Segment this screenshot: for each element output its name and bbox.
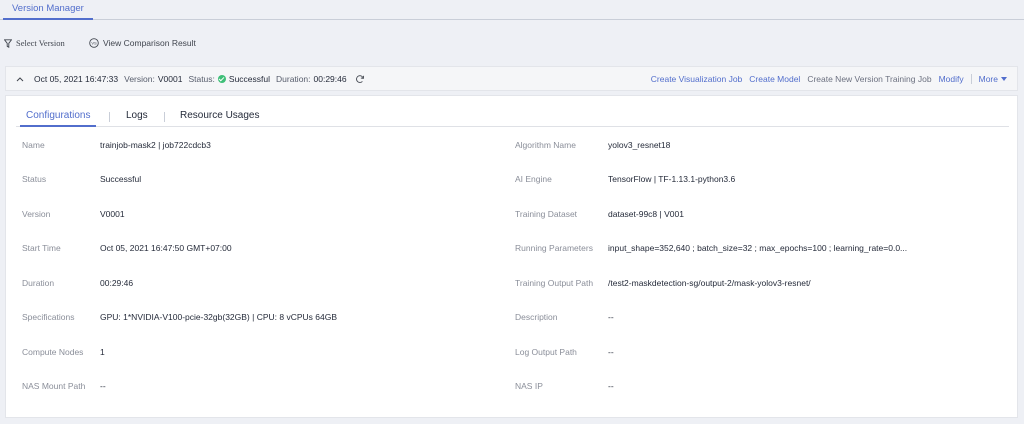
detail-value: 1 xyxy=(100,347,105,357)
detail-label: Running Parameters xyxy=(515,243,593,253)
detail-value: V0001 xyxy=(100,209,125,219)
version-value: V0001 xyxy=(157,73,183,84)
detail-value: -- xyxy=(608,381,614,391)
svg-text:VS: VS xyxy=(91,41,97,46)
view-comparison-label: View Comparison Result xyxy=(103,38,196,48)
toolbar: Select Version VS View Comparison Result xyxy=(0,33,400,53)
detail-value: Oct 05, 2021 16:47:50 GMT+07:00 xyxy=(100,243,232,253)
success-check-icon xyxy=(217,74,226,83)
detail-label: Start Time xyxy=(22,243,61,253)
more-dropdown[interactable]: More xyxy=(979,74,1007,84)
create-model-link[interactable]: Create Model xyxy=(749,74,800,84)
detail-label: Algorithm Name xyxy=(515,140,576,150)
detail-label: Description xyxy=(515,312,558,322)
refresh-icon[interactable] xyxy=(355,74,365,84)
detail-label: Status xyxy=(22,174,47,184)
select-version-label: Select Version xyxy=(16,38,65,48)
action-divider xyxy=(970,73,972,84)
tab-version-manager[interactable]: Version Manager xyxy=(3,0,93,20)
filter-icon xyxy=(4,38,12,48)
detail-value: dataset-99c8 | V001 xyxy=(608,209,684,219)
detail-value: -- xyxy=(100,381,106,391)
detail-label: Log Output Path xyxy=(515,347,577,357)
detail-label: Version xyxy=(22,209,51,219)
version-actions: Create Visualization Job Create Model Cr… xyxy=(644,67,1007,90)
detail-value: 00:29:46 xyxy=(100,278,134,288)
detail-value: TensorFlow | TF-1.13.1-python3.6 xyxy=(608,174,736,184)
status-badge: Successful xyxy=(217,73,271,84)
modify-link[interactable]: Modify xyxy=(939,74,964,84)
detail-label: Specifications xyxy=(22,312,75,322)
status-value: Successful xyxy=(228,73,271,84)
duration-label: Duration: xyxy=(276,73,311,84)
tab-resource-usages[interactable]: Resource Usages xyxy=(180,106,259,127)
detail-value: input_shape=352,640 ; batch_size=32 ; ma… xyxy=(608,243,908,253)
view-comparison-button[interactable]: VS View Comparison Result xyxy=(89,33,196,53)
caret-down-icon xyxy=(1001,77,1007,82)
version-timestamp: Oct 05, 2021 16:47:33 xyxy=(34,73,119,84)
status-label: Status: xyxy=(188,73,215,84)
detail-label: AI Engine xyxy=(515,174,552,184)
detail-label: Name xyxy=(22,140,45,150)
detail-value: -- xyxy=(608,347,614,357)
compare-icon: VS xyxy=(89,38,99,48)
detail-label: NAS Mount Path xyxy=(22,381,86,391)
create-visualization-job-link[interactable]: Create Visualization Job xyxy=(651,74,743,84)
detail-label: Compute Nodes xyxy=(22,347,84,357)
tab-divider xyxy=(164,112,165,122)
detail-value: GPU: 1*NVIDIA-V100-pcie-32gb(32GB) | CPU… xyxy=(100,312,337,322)
detail-value: trainjob-mask2 | job722cdcb3 xyxy=(100,140,211,150)
version-label: Version: xyxy=(124,73,155,84)
tab-divider xyxy=(109,112,110,122)
details-tabs: Configurations Logs Resource Usages xyxy=(16,106,1009,127)
version-header: Oct 05, 2021 16:47:33 Version: V0001 Sta… xyxy=(5,66,1018,91)
tab-logs[interactable]: Logs xyxy=(126,106,148,127)
details-panel: Configurations Logs Resource Usages Name… xyxy=(5,95,1018,418)
duration-value: 00:29:46 xyxy=(313,73,347,84)
detail-value: Successful xyxy=(100,174,142,184)
detail-label: Training Dataset xyxy=(515,209,578,219)
tab-configurations[interactable]: Configurations xyxy=(20,106,97,127)
detail-value: /test2-maskdetection-sg/output-2/mask-yo… xyxy=(608,278,811,288)
detail-label: Duration xyxy=(22,278,55,288)
more-label: More xyxy=(978,73,998,84)
detail-value: -- xyxy=(608,312,614,322)
top-tab-bar: Version Manager xyxy=(0,0,1024,20)
detail-value: yolov3_resnet18 xyxy=(608,140,671,150)
detail-label: Training Output Path xyxy=(515,278,594,288)
select-version-button[interactable]: Select Version xyxy=(4,33,65,53)
detail-label: NAS IP xyxy=(515,381,543,391)
create-new-version-link[interactable]: Create New Version Training Job xyxy=(807,74,931,84)
chevron-up-icon[interactable] xyxy=(16,76,24,82)
